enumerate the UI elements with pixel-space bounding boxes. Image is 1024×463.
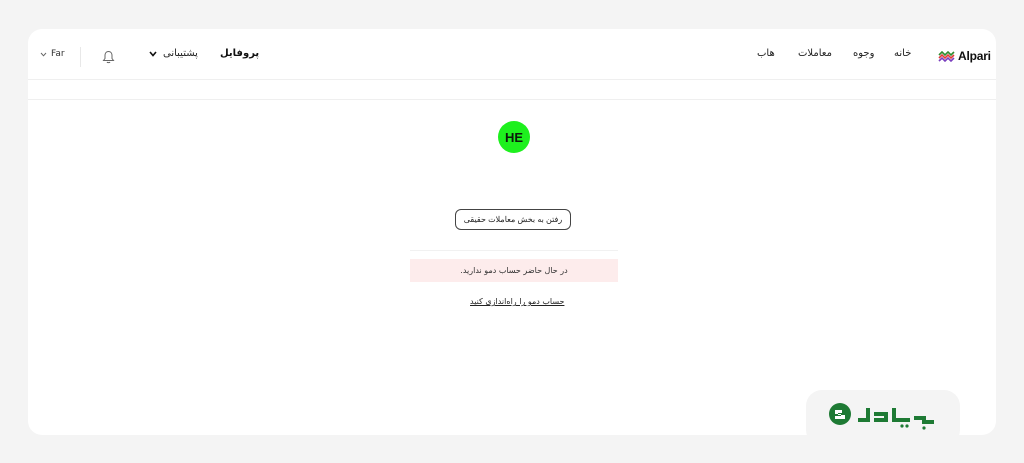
section-divider <box>410 250 618 251</box>
nav-hub[interactable]: هاب <box>757 48 775 59</box>
sodoup-logo-icon <box>829 403 934 430</box>
watermark-logo <box>826 400 938 430</box>
avatar: HE <box>498 121 530 153</box>
language-label: Far <box>51 49 65 59</box>
setup-demo-account-link[interactable]: حساب دمو را راه‌اندازی کنید <box>470 297 564 306</box>
bell-icon[interactable] <box>102 50 115 64</box>
alpari-wave-logo-icon <box>938 50 955 62</box>
go-to-real-trading-button[interactable]: رفتن به بخش معاملات حقیقی <box>455 209 571 230</box>
profile-menu[interactable]: پروفایل <box>220 48 259 59</box>
nav-trades[interactable]: معاملات <box>798 48 832 59</box>
header-divider <box>80 47 81 67</box>
chevron-down-icon <box>40 52 47 57</box>
nav-home[interactable]: خانه <box>894 48 911 59</box>
nav-funds[interactable]: وجوه <box>853 48 874 59</box>
app-window: Alpari خانه وجوه معاملات هاب پروفایل پشت… <box>28 29 996 435</box>
support-label: پشتیبانی <box>163 48 198 59</box>
no-demo-account-alert: در حال حاضر حساب دمو ندارید. <box>410 259 618 282</box>
watermark <box>806 390 960 446</box>
top-navigation-bar: Alpari خانه وجوه معاملات هاب پروفایل پشت… <box>28 29 996 80</box>
chevron-down-icon <box>149 50 157 57</box>
sub-header-bar <box>28 80 996 100</box>
support-dropdown[interactable]: پشتیبانی <box>149 48 198 59</box>
logo-text: Alpari <box>958 49 991 63</box>
alpari-logo[interactable]: Alpari <box>938 49 991 63</box>
language-selector[interactable]: Far <box>40 49 65 59</box>
